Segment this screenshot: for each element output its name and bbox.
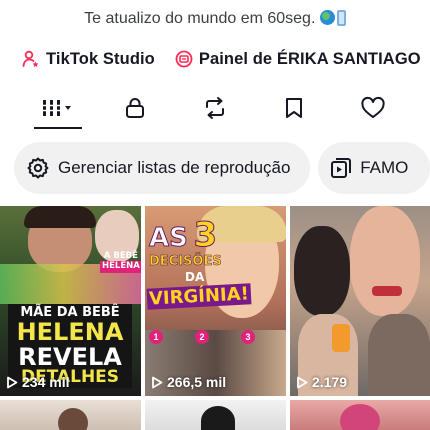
tab-videos[interactable] xyxy=(33,86,83,130)
manage-playlists-label: Gerenciar listas de reprodução xyxy=(58,158,291,177)
tab-reposts[interactable] xyxy=(190,86,240,130)
studio-person-icon xyxy=(22,50,39,67)
gear-icon xyxy=(27,157,49,179)
video-grid: A BEBÊ HELENA MÃE DA BEBÊ HELENA REVELA … xyxy=(0,206,430,430)
video-thumbnail-5[interactable] xyxy=(145,400,286,430)
person-head-shape xyxy=(201,406,235,430)
playlist-famo-label: FAMO xyxy=(360,158,409,177)
headline-line-3: REVELA xyxy=(18,343,122,371)
swimwear-shape xyxy=(372,286,402,296)
tiktok-studio-link[interactable]: TikTok Studio xyxy=(22,50,155,69)
tiktok-studio-label: TikTok Studio xyxy=(46,49,155,68)
badge-2: 2 xyxy=(195,330,209,344)
view-count-1: 234 mil xyxy=(6,374,69,390)
headline-number: 3 xyxy=(193,215,218,255)
view-count-text: 234 mil xyxy=(22,374,70,390)
play-icon xyxy=(7,376,18,388)
grid-icon xyxy=(42,100,71,116)
globe-icon xyxy=(319,10,335,25)
person-silhouette-shape xyxy=(294,226,350,316)
play-icon xyxy=(297,376,308,388)
profile-bio: Te atualizo do mundo em 60seg. xyxy=(0,10,430,28)
tab-favorites[interactable] xyxy=(269,86,319,130)
video-thumbnail-6[interactable] xyxy=(290,400,430,430)
headline-block: AS 3 xyxy=(149,215,218,255)
creator-panel-link[interactable]: Painel de ÉRIKA SANTIAGO xyxy=(175,50,421,69)
repost-icon xyxy=(206,97,224,119)
play-icon xyxy=(152,376,163,388)
headline-line-1: DECISÕES xyxy=(149,254,222,270)
view-count-text: 266,5 mil xyxy=(167,374,227,390)
person-body-shape xyxy=(350,206,420,316)
playlist-chips: Gerenciar listas de reprodução FAMO xyxy=(14,142,430,194)
inset-photo-right xyxy=(368,314,430,396)
tab-private[interactable] xyxy=(110,86,160,130)
creator-panel-label: Painel de ÉRIKA SANTIAGO xyxy=(198,49,421,68)
playlist-famo-chip[interactable]: FAMO xyxy=(318,142,430,194)
person-head-shape xyxy=(58,408,88,430)
tag-line-1: A BEBÊ xyxy=(103,251,138,261)
tag-line-2: HELENA xyxy=(100,261,141,273)
playlist-icon xyxy=(331,158,352,178)
phone-case-shape xyxy=(332,324,350,352)
bio-text: Te atualizo do mundo em 60seg. xyxy=(84,10,316,27)
profile-tab-bar xyxy=(0,86,430,132)
view-count-2: 266,5 mil xyxy=(151,374,226,390)
badge-3: 3 xyxy=(241,330,255,344)
active-tab-indicator xyxy=(34,127,82,129)
lock-icon xyxy=(126,98,144,118)
phone-icon xyxy=(336,10,346,26)
video-thumbnail-2[interactable]: AS 3 DECISÕES DA VIRGÍNIA! 1 2 3 266,5 m… xyxy=(145,206,286,396)
creator-panel-icon xyxy=(175,50,193,68)
video-thumbnail-3[interactable]: 2.179 xyxy=(290,206,430,396)
headline-line-2: DA xyxy=(185,270,205,284)
hair-shape xyxy=(24,206,96,228)
badge-1: 1 xyxy=(149,330,163,344)
headline-line-2: HELENA xyxy=(16,318,124,346)
video-thumbnail-4[interactable] xyxy=(0,400,141,430)
profile-links: TikTok Studio Painel de ÉRIKA SANTIAGO xyxy=(22,47,430,71)
headline-as: AS xyxy=(149,223,189,253)
tab-liked[interactable] xyxy=(348,86,398,130)
video-thumbnail-1[interactable]: A BEBÊ HELENA MÃE DA BEBÊ HELENA REVELA … xyxy=(0,206,141,396)
heart-icon xyxy=(361,96,385,118)
view-count-text: 2.179 xyxy=(312,374,348,390)
view-count-3: 2.179 xyxy=(296,374,347,390)
person-head-shape xyxy=(340,404,380,430)
baby-name-tag: A BEBÊ HELENA xyxy=(100,251,141,273)
bookmark-icon xyxy=(286,98,302,118)
manage-playlists-button[interactable]: Gerenciar listas de reprodução xyxy=(14,142,311,194)
